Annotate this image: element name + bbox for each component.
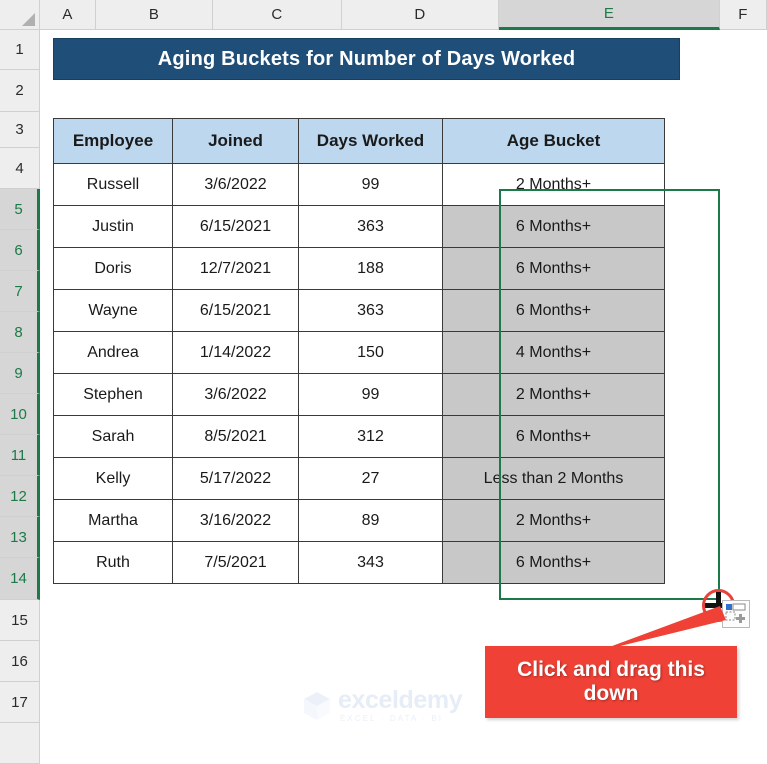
cell-employee[interactable]: Wayne bbox=[53, 289, 173, 332]
cell-joined[interactable]: 6/15/2021 bbox=[172, 205, 299, 248]
cell-age-bucket[interactable]: 2 Months+ bbox=[442, 163, 665, 206]
cell-age-bucket[interactable]: 6 Months+ bbox=[442, 289, 665, 332]
table-body: Russell 3/6/2022 99 2 Months+ Justin 6/15/202… bbox=[53, 163, 665, 584]
cell-days-worked[interactable]: 188 bbox=[298, 247, 443, 290]
cell-employee[interactable]: Russell bbox=[53, 163, 173, 206]
column-header-joined[interactable]: Joined bbox=[172, 118, 299, 164]
row-header-7[interactable]: 7 bbox=[0, 271, 40, 312]
cell-joined[interactable]: 6/15/2021 bbox=[172, 289, 299, 332]
cell-employee[interactable]: Andrea bbox=[53, 331, 173, 374]
row-header-8[interactable]: 8 bbox=[0, 312, 40, 353]
table-row: Andrea 1/14/2022 150 4 Months+ bbox=[53, 331, 665, 374]
row-header-4[interactable]: 4 bbox=[0, 148, 40, 189]
table-header-row: Employee Joined Days Worked Age Bucket bbox=[53, 118, 665, 164]
cell-joined[interactable]: 3/16/2022 bbox=[172, 499, 299, 542]
column-header-employee[interactable]: Employee bbox=[53, 118, 173, 164]
cell-days-worked[interactable]: 363 bbox=[298, 289, 443, 332]
cell-days-worked[interactable]: 89 bbox=[298, 499, 443, 542]
instruction-callout: Click and drag this down bbox=[485, 646, 737, 718]
cell-days-worked[interactable]: 99 bbox=[298, 163, 443, 206]
table-row: Kelly 5/17/2022 27 Less than 2 Months bbox=[53, 457, 665, 500]
cell-employee[interactable]: Sarah bbox=[53, 415, 173, 458]
column-header-c[interactable]: C bbox=[213, 0, 342, 30]
column-header-f[interactable]: F bbox=[720, 0, 767, 30]
row-header-12[interactable]: 12 bbox=[0, 476, 40, 517]
cell-age-bucket[interactable]: Less than 2 Months bbox=[442, 457, 665, 500]
row-header-13[interactable]: 13 bbox=[0, 517, 40, 558]
table-row: Wayne 6/15/2021 363 6 Months+ bbox=[53, 289, 665, 332]
column-header-e[interactable]: E bbox=[499, 0, 720, 30]
cell-age-bucket[interactable]: 2 Months+ bbox=[442, 373, 665, 416]
table-row: Russell 3/6/2022 99 2 Months+ bbox=[53, 163, 665, 206]
column-header-age-bucket[interactable]: Age Bucket bbox=[442, 118, 665, 164]
column-header-days-worked[interactable]: Days Worked bbox=[298, 118, 443, 164]
row-header-5[interactable]: 5 bbox=[0, 189, 40, 230]
column-header-b[interactable]: B bbox=[96, 0, 213, 30]
aging-buckets-table: Employee Joined Days Worked Age Bucket R… bbox=[53, 118, 665, 584]
autofill-options-icon[interactable] bbox=[722, 600, 750, 628]
row-header-1[interactable]: 1 bbox=[0, 30, 40, 70]
instruction-callout-text: Click and drag this down bbox=[517, 658, 705, 705]
row-header-6[interactable]: 6 bbox=[0, 230, 40, 271]
cell-joined[interactable]: 7/5/2021 bbox=[172, 541, 299, 584]
column-header-strip: A B C D E F bbox=[0, 0, 767, 30]
cell-age-bucket[interactable]: 6 Months+ bbox=[442, 415, 665, 458]
table-row: Doris 12/7/2021 188 6 Months+ bbox=[53, 247, 665, 290]
table-row: Stephen 3/6/2022 99 2 Months+ bbox=[53, 373, 665, 416]
row-header-strip: 1 2 3 4 5 6 7 8 9 10 11 12 13 14 15 16 1… bbox=[0, 30, 40, 764]
row-header-15[interactable]: 15 bbox=[0, 600, 40, 641]
spreadsheet-grid: A B C D E F 1 2 3 4 5 6 7 8 9 10 11 12 1… bbox=[0, 0, 767, 764]
sheet-title-banner: Aging Buckets for Number of Days Worked bbox=[53, 38, 680, 80]
table-row: Justin 6/15/2021 363 6 Months+ bbox=[53, 205, 665, 248]
column-header-d[interactable]: D bbox=[342, 0, 499, 30]
row-header-16[interactable]: 16 bbox=[0, 641, 40, 682]
row-header-10[interactable]: 10 bbox=[0, 394, 40, 435]
cell-joined[interactable]: 1/14/2022 bbox=[172, 331, 299, 374]
cell-days-worked[interactable]: 27 bbox=[298, 457, 443, 500]
cell-age-bucket[interactable]: 2 Months+ bbox=[442, 499, 665, 542]
cell-employee[interactable]: Ruth bbox=[53, 541, 173, 584]
table-row: Ruth 7/5/2021 343 6 Months+ bbox=[53, 541, 665, 584]
cell-days-worked[interactable]: 150 bbox=[298, 331, 443, 374]
cell-age-bucket[interactable]: 6 Months+ bbox=[442, 247, 665, 290]
row-header-17[interactable]: 17 bbox=[0, 682, 40, 723]
cell-employee[interactable]: Stephen bbox=[53, 373, 173, 416]
page-title: Aging Buckets for Number of Days Worked bbox=[157, 47, 576, 70]
cell-joined[interactable]: 8/5/2021 bbox=[172, 415, 299, 458]
row-header-11[interactable]: 11 bbox=[0, 435, 40, 476]
cell-age-bucket[interactable]: 6 Months+ bbox=[442, 541, 665, 584]
select-all-corner[interactable] bbox=[0, 0, 40, 30]
cell-employee[interactable]: Doris bbox=[53, 247, 173, 290]
cell-days-worked[interactable]: 343 bbox=[298, 541, 443, 584]
row-header-9[interactable]: 9 bbox=[0, 353, 40, 394]
row-header-2[interactable]: 2 bbox=[0, 70, 40, 112]
cell-joined[interactable]: 5/17/2022 bbox=[172, 457, 299, 500]
select-all-triangle-icon bbox=[22, 13, 35, 26]
cell-days-worked[interactable]: 312 bbox=[298, 415, 443, 458]
cell-joined[interactable]: 3/6/2022 bbox=[172, 163, 299, 206]
cell-employee[interactable]: Kelly bbox=[53, 457, 173, 500]
table-row: Sarah 8/5/2021 312 6 Months+ bbox=[53, 415, 665, 458]
column-header-a[interactable]: A bbox=[40, 0, 96, 30]
cell-days-worked[interactable]: 99 bbox=[298, 373, 443, 416]
cell-joined[interactable]: 12/7/2021 bbox=[172, 247, 299, 290]
cell-employee[interactable]: Martha bbox=[53, 499, 173, 542]
cell-days-worked[interactable]: 363 bbox=[298, 205, 443, 248]
row-header-18[interactable] bbox=[0, 723, 40, 764]
cell-age-bucket[interactable]: 6 Months+ bbox=[442, 205, 665, 248]
cell-employee[interactable]: Justin bbox=[53, 205, 173, 248]
table-row: Martha 3/16/2022 89 2 Months+ bbox=[53, 499, 665, 542]
cell-joined[interactable]: 3/6/2022 bbox=[172, 373, 299, 416]
cell-age-bucket[interactable]: 4 Months+ bbox=[442, 331, 665, 374]
row-header-14[interactable]: 14 bbox=[0, 558, 40, 600]
row-header-3[interactable]: 3 bbox=[0, 112, 40, 148]
